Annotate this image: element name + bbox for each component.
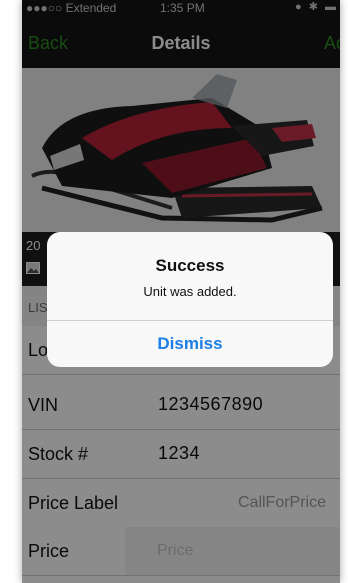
alert-message: Unit was added. (143, 284, 237, 299)
phone-screen: ●●●○○ Extended 1:35 PM ● ✱ ▬ Back Detail… (22, 0, 340, 583)
dismiss-button[interactable]: Dismiss (47, 321, 333, 367)
success-alert: Success Unit was added. Dismiss (47, 232, 333, 367)
alert-title: Success (155, 256, 225, 275)
